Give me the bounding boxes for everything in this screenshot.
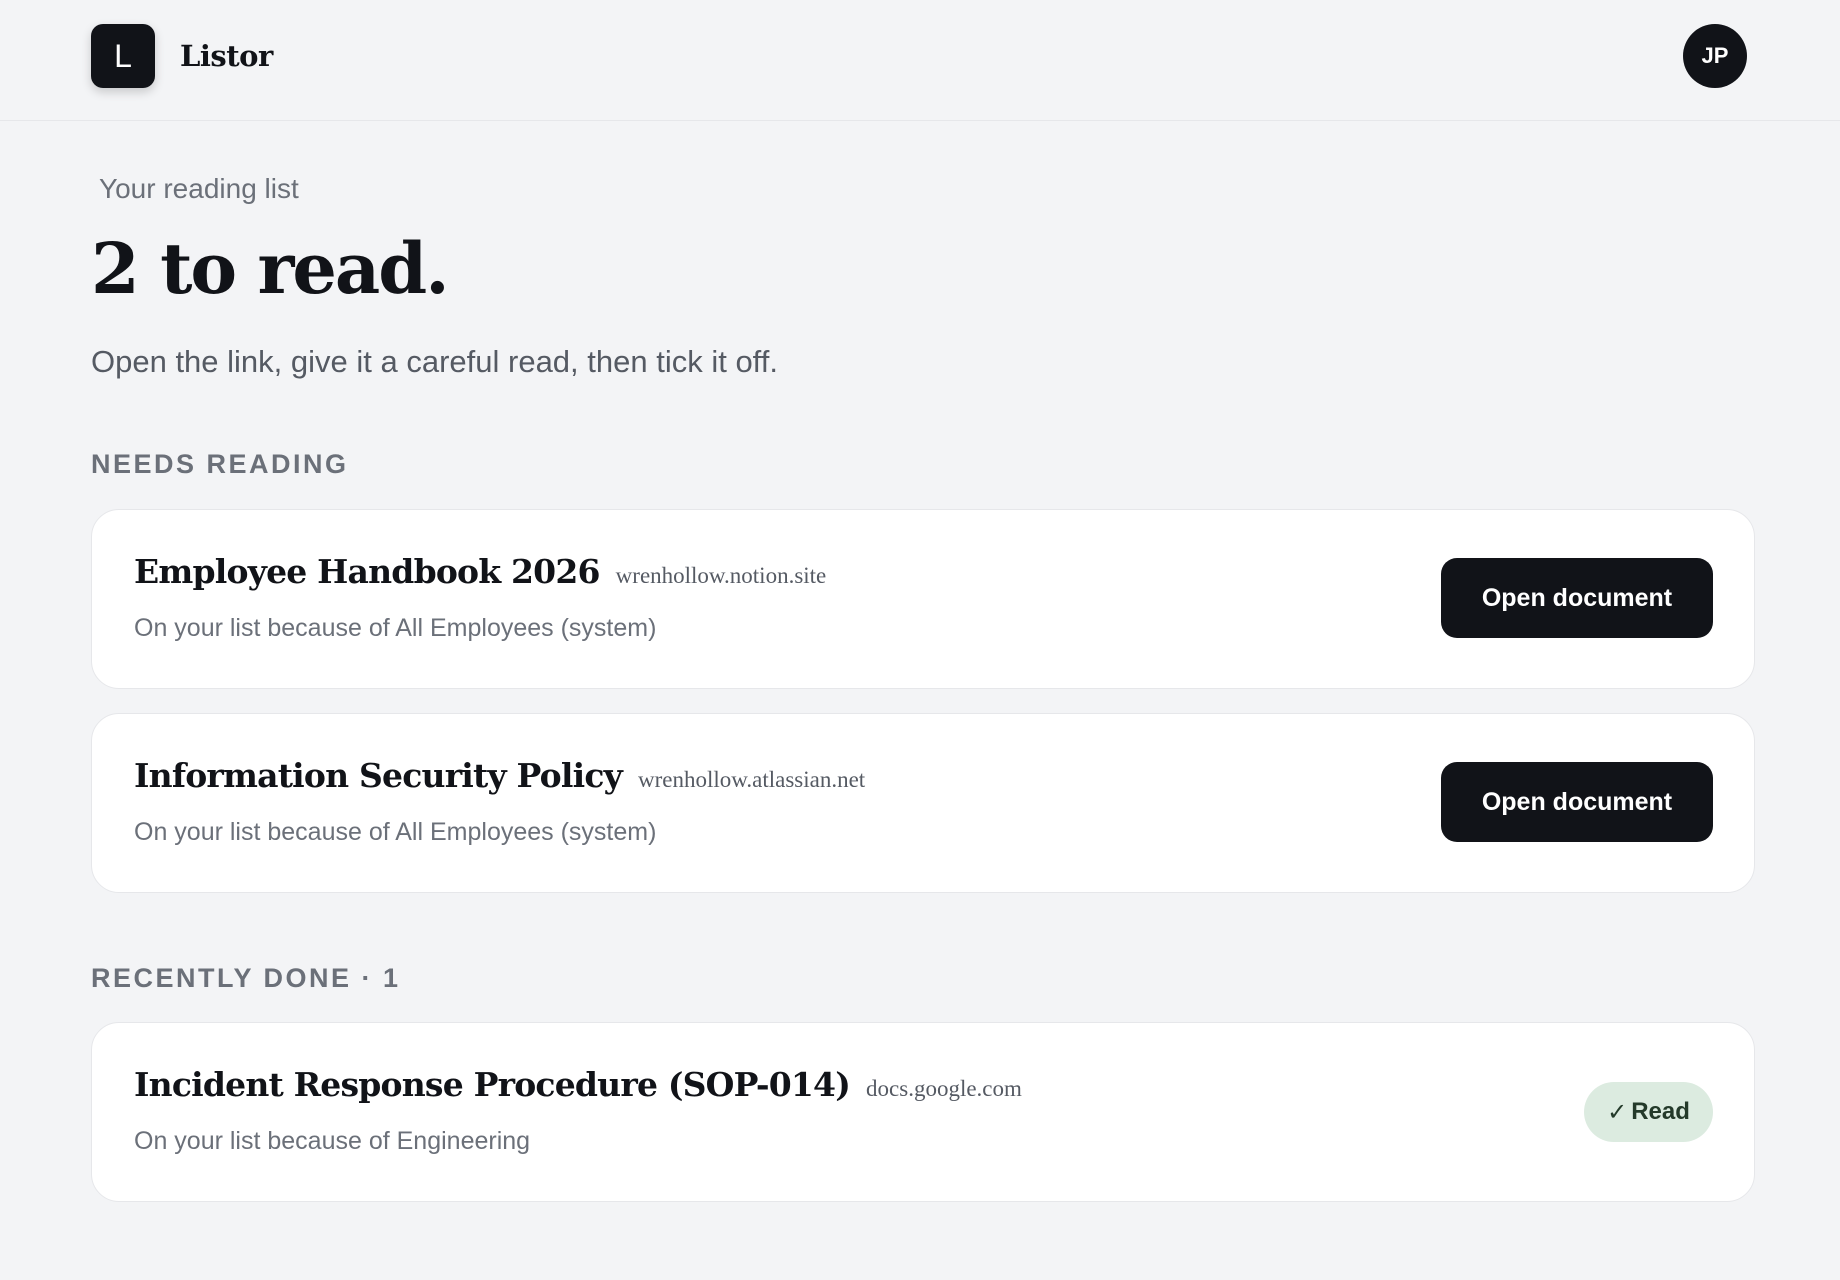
document-domain: wrenhollow.notion.site [615,563,827,588]
user-avatar[interactable]: JP [1683,24,1747,88]
page-kicker: Your reading list [99,173,299,204]
card-title-line: Incident Response Procedure (SOP-014) do… [134,1065,1022,1104]
document-title: Incident Response Procedure (SOP-014) [134,1065,851,1104]
open-document-button[interactable]: Open document [1441,558,1713,638]
done-item-card: Incident Response Procedure (SOP-014) do… [91,1022,1755,1202]
reading-item-card: Employee Handbook 2026 wrenhollow.notion… [91,509,1755,689]
app-name: Listor [180,39,273,73]
assignment-reason: On your list because of Engineering [134,1127,531,1155]
check-icon: ✓ [1607,1098,1628,1126]
page-subtitle: Open the link, give it a careful read, t… [91,344,778,379]
document-title: Employee Handbook 2026 [134,552,600,591]
section-recently-done-label: RECENTLY DONE · 1 [91,963,401,993]
top-bar: L Listor JP [0,0,1840,121]
section-needs-reading-label: NEEDS READING [91,449,349,479]
document-domain: wrenhollow.atlassian.net [638,767,866,792]
reading-item-card: Information Security Policy wrenhollow.a… [91,713,1755,893]
document-title: Information Security Policy [134,756,623,795]
card-title-line: Employee Handbook 2026 wrenhollow.notion… [134,552,826,591]
brand[interactable]: L Listor [91,24,273,88]
page-title: 2 to read. [91,227,450,310]
assignment-reason: On your list because of All Employees (s… [134,818,657,846]
read-status-badge: ✓ Read [1584,1082,1713,1142]
assignment-reason: On your list because of All Employees (s… [134,614,657,642]
read-status-label: Read [1631,1098,1690,1125]
app-logo[interactable]: L [91,24,155,88]
card-title-line: Information Security Policy wrenhollow.a… [134,756,865,795]
open-document-button[interactable]: Open document [1441,762,1713,842]
document-domain: docs.google.com [866,1076,1022,1101]
